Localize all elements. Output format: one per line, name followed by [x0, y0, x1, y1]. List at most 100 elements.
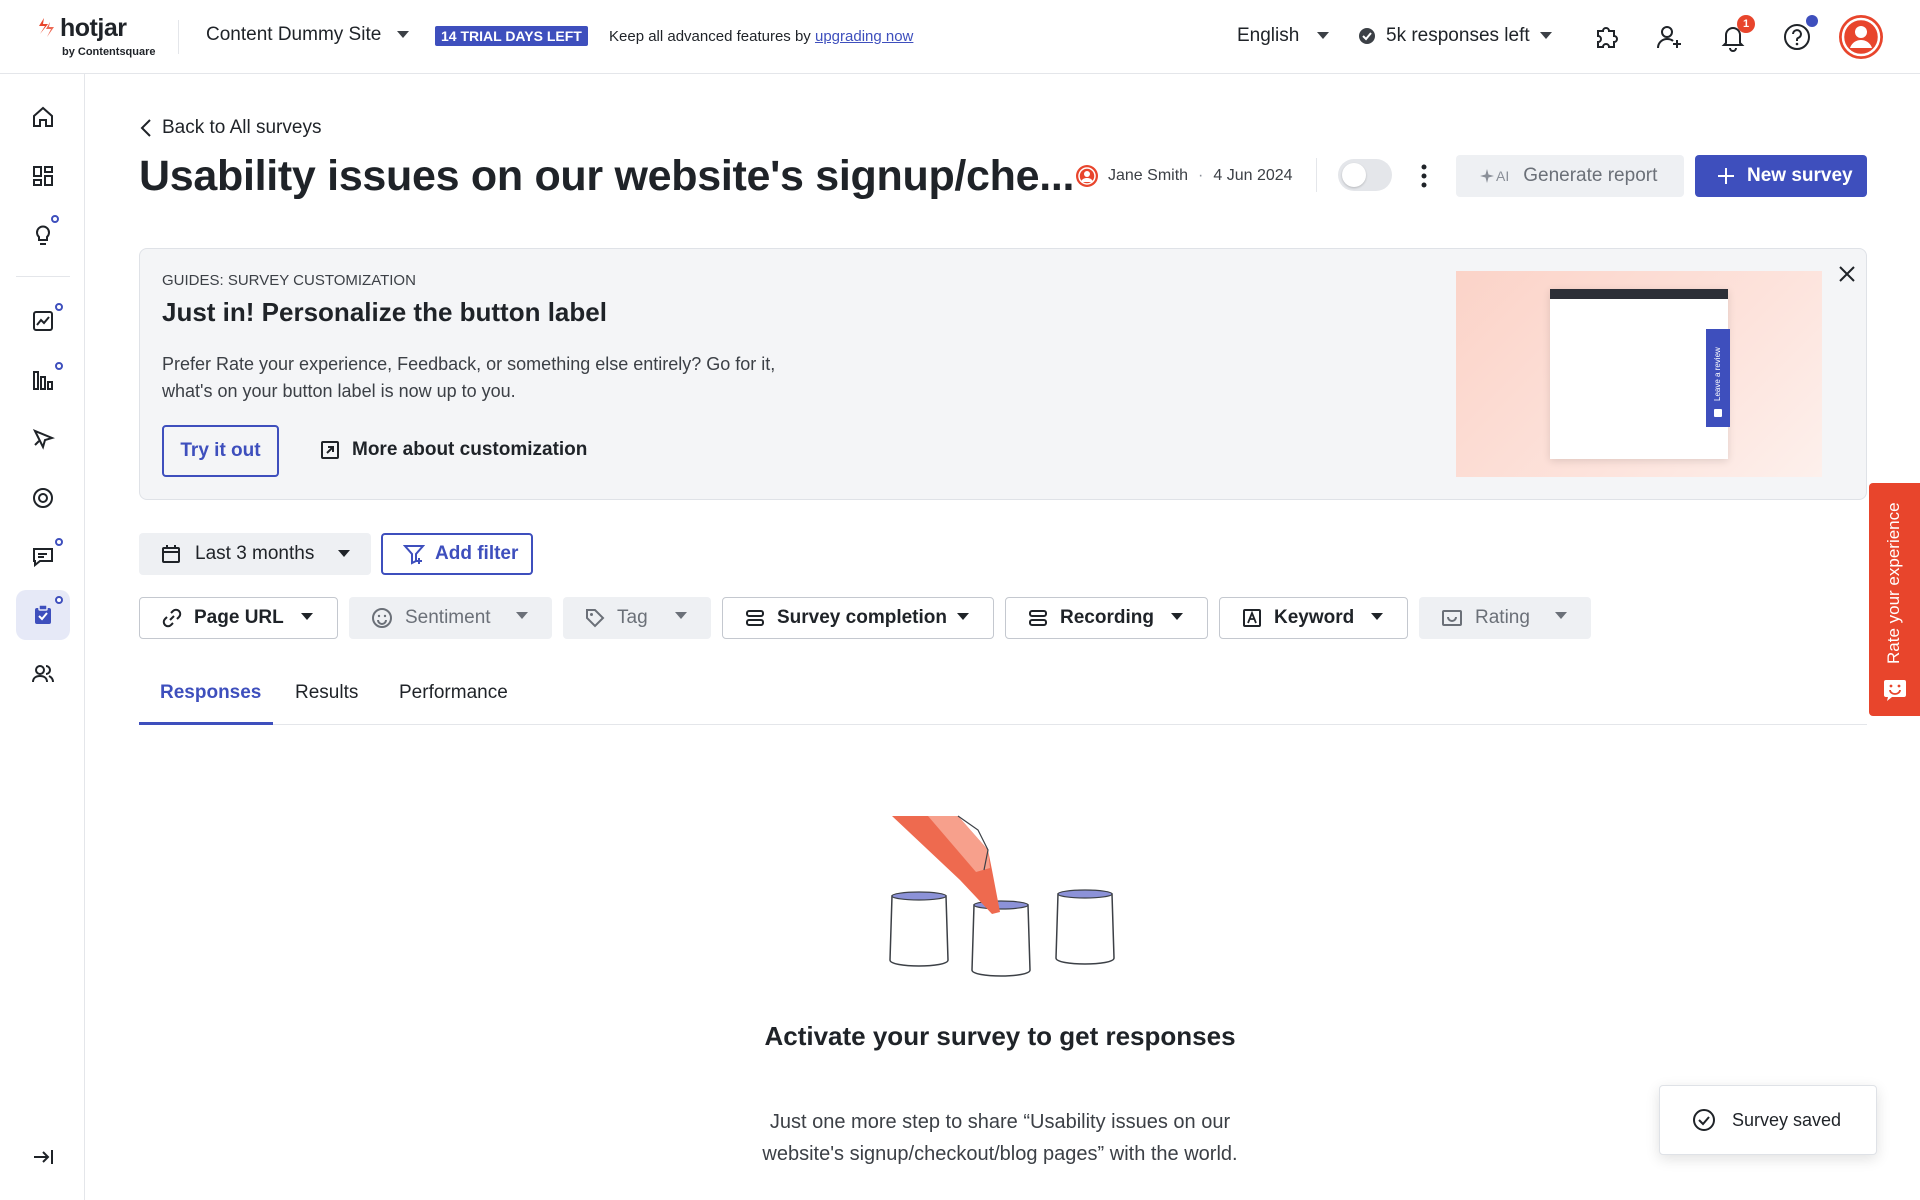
- add-filter-label: Add filter: [435, 543, 519, 564]
- feedback-icon: [33, 548, 53, 568]
- guide-category: GUIDES: SURVEY CUSTOMIZATION: [162, 272, 416, 289]
- caret-down-icon: [1171, 613, 1183, 620]
- filter-chip-label: Recording: [1060, 607, 1154, 628]
- filter-chip-label: Tag: [617, 607, 648, 628]
- check-circle-icon: [1359, 28, 1375, 44]
- filter-chip-rating[interactable]: Rating: [1419, 597, 1591, 639]
- filter-chip-sentiment[interactable]: Sentiment: [349, 597, 552, 639]
- logo-byline: by Contentsquare: [62, 46, 156, 58]
- check-circle-icon: [1693, 1109, 1715, 1131]
- caret-down-icon: [301, 613, 313, 620]
- sidebar-item-dashboards[interactable]: [16, 151, 70, 201]
- back-to-surveys-link[interactable]: Back to All surveys: [140, 117, 321, 139]
- add-filter-button[interactable]: Add filter: [381, 533, 533, 575]
- help-new-dot: [1806, 15, 1818, 27]
- close-icon[interactable]: [1833, 260, 1861, 288]
- funnels-icon: [33, 371, 53, 390]
- header-divider: [1316, 158, 1317, 192]
- new-feature-dot: [55, 303, 63, 311]
- user-avatar[interactable]: [1839, 15, 1883, 59]
- responses-left-label: 5k responses left: [1386, 25, 1530, 46]
- generate-report-label: Generate report: [1523, 165, 1658, 186]
- language-selector[interactable]: English: [1237, 25, 1330, 47]
- new-survey-label: New survey: [1747, 165, 1853, 186]
- caret-down-icon: [338, 550, 351, 557]
- recordings-icon: [33, 488, 53, 508]
- filter-chip-survey-completion[interactable]: Survey completion: [722, 597, 994, 639]
- tab-performance[interactable]: Performance: [399, 682, 508, 704]
- top-bar: hotjar by Contentsquare Content Dummy Si…: [0, 0, 1920, 74]
- preview-window-bar: [1550, 289, 1728, 299]
- tab-results[interactable]: Results: [295, 682, 358, 704]
- integrations-puzzle-icon[interactable]: [1591, 22, 1621, 52]
- back-label: Back to All surveys: [162, 117, 322, 138]
- sidebar-item-insights[interactable]: [16, 210, 70, 260]
- sidebar-collapse[interactable]: [16, 1132, 70, 1182]
- date-range-select[interactable]: Last 3 months: [139, 533, 371, 575]
- feedback-face-icon: [1884, 680, 1906, 701]
- sidebar-item-heatmaps[interactable]: [16, 414, 70, 464]
- caret-down-icon: [675, 612, 687, 619]
- upgrade-link[interactable]: upgrading now: [815, 28, 913, 45]
- invite-user-icon[interactable]: [1655, 22, 1685, 52]
- trial-badge: 14 TRIAL DAYS LEFT: [435, 26, 588, 46]
- chevron-left-icon: [140, 119, 151, 137]
- preview-window: [1550, 289, 1728, 459]
- guide-description: Prefer Rate your experience, Feedback, o…: [162, 354, 776, 401]
- sidebar-item-interviews[interactable]: [16, 649, 70, 699]
- list-icon: [746, 610, 764, 626]
- rating-icon: [1442, 610, 1462, 626]
- keyword-icon: [1243, 609, 1261, 627]
- empty-state-illustration: [889, 815, 1115, 977]
- survey-active-toggle[interactable]: [1338, 159, 1392, 191]
- try-it-out-button[interactable]: Try it out: [162, 425, 279, 477]
- caret-down-icon: [397, 31, 410, 38]
- active-tab-indicator: [139, 722, 273, 725]
- survey-owner-meta: Jane Smith · 4 Jun 2024: [1076, 165, 1293, 187]
- generate-report-button[interactable]: AI Generate report: [1456, 155, 1684, 197]
- caret-down-icon: [1371, 613, 1383, 620]
- site-selector[interactable]: Content Dummy Site: [206, 24, 410, 46]
- caret-down-icon: [1555, 612, 1567, 619]
- more-about-customization-link[interactable]: More about customization: [320, 439, 587, 461]
- help-icon[interactable]: [1782, 22, 1812, 52]
- page-title: Usability issues on our website's signup…: [139, 152, 1075, 200]
- responses-left-selector[interactable]: 5k responses left: [1358, 25, 1552, 47]
- preview-tab-text: Leave a review: [1713, 347, 1722, 417]
- caret-down-icon: [1539, 32, 1552, 39]
- trends-icon: [33, 311, 53, 331]
- filter-chip-page-url[interactable]: Page URL: [139, 597, 338, 639]
- new-feature-dot: [55, 538, 63, 546]
- notification-count-badge: 1: [1737, 15, 1755, 33]
- created-date: 4 Jun 2024: [1213, 167, 1293, 184]
- ai-label: AI: [1496, 168, 1510, 184]
- filter-chip-label: Rating: [1475, 607, 1530, 628]
- empty-state-title: Activate your survey to get responses: [764, 1021, 1236, 1051]
- home-icon: [33, 106, 53, 127]
- insights-icon: [36, 225, 50, 245]
- trial-message-text: Keep all advanced features by: [609, 28, 815, 45]
- sidebar-item-home[interactable]: [16, 92, 70, 142]
- sidebar: [0, 74, 85, 1200]
- more-options-icon[interactable]: [1414, 161, 1434, 191]
- rate-tab-label: Rate your experience: [1884, 502, 1903, 664]
- filter-chip-tag[interactable]: Tag: [563, 597, 711, 639]
- sparkle-icon: [1480, 169, 1494, 183]
- owner-avatar-icon: [1076, 165, 1098, 187]
- guide-title: Just in! Personalize the button label: [162, 297, 607, 327]
- new-feature-dot: [51, 215, 59, 223]
- filter-chip-recording[interactable]: Recording: [1005, 597, 1208, 639]
- filter-chip-label: Survey completion: [777, 607, 947, 628]
- user-avatar-icon: [1841, 17, 1881, 57]
- filter-chip-keyword[interactable]: Keyword: [1219, 597, 1408, 639]
- caret-down-icon: [1317, 32, 1330, 39]
- sidebar-item-recordings[interactable]: [16, 473, 70, 523]
- empty-state-description: Just one more step to share “Usability i…: [762, 1111, 1238, 1165]
- date-range-label: Last 3 months: [195, 543, 315, 564]
- tab-responses[interactable]: Responses: [160, 682, 261, 704]
- new-feature-dot: [55, 362, 63, 370]
- link-icon: [162, 608, 182, 628]
- new-survey-button[interactable]: New survey: [1695, 155, 1867, 197]
- rate-your-experience-tab[interactable]: Rate your experience: [1869, 483, 1920, 716]
- external-link-icon: [321, 441, 339, 459]
